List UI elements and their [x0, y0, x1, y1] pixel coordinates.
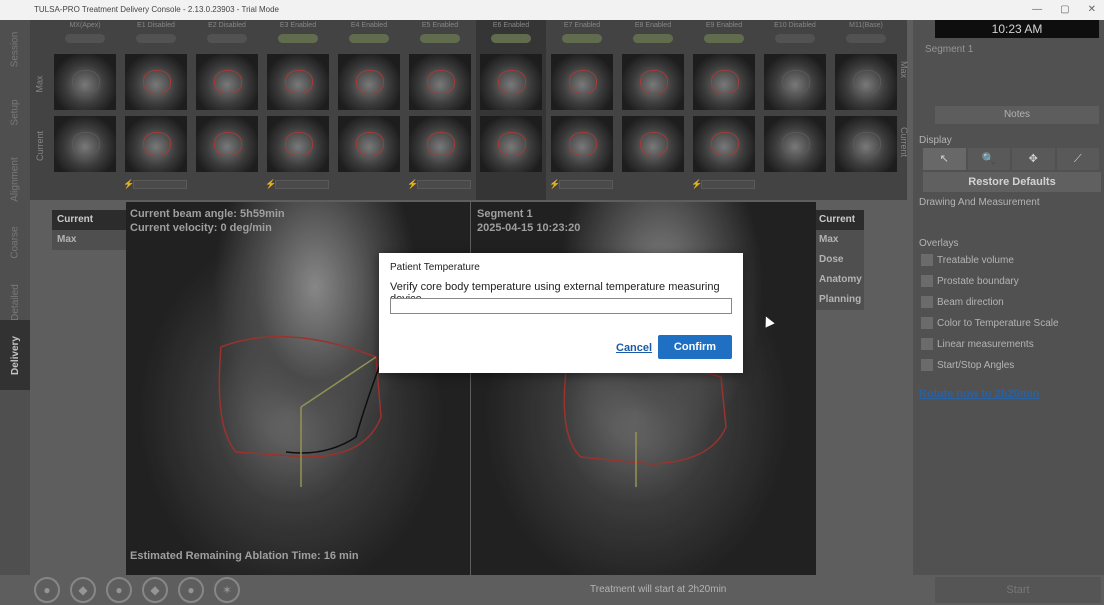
- temperature-input[interactable]: [390, 298, 732, 314]
- close-button[interactable]: ✕: [1088, 0, 1096, 20]
- dialog-title: Patient Temperature: [390, 262, 480, 273]
- patient-temperature-dialog: Patient Temperature Verify core body tem…: [379, 253, 743, 373]
- window-title: TULSA-PRO Treatment Delivery Console - 2…: [34, 5, 279, 14]
- minimize-button[interactable]: —: [1032, 0, 1042, 20]
- window-controls: — ▢ ✕: [1032, 0, 1096, 20]
- cancel-button[interactable]: Cancel: [616, 342, 652, 354]
- confirm-button[interactable]: Confirm: [658, 335, 732, 359]
- maximize-button[interactable]: ▢: [1060, 0, 1069, 20]
- title-bar: TULSA-PRO Treatment Delivery Console - 2…: [0, 0, 1104, 20]
